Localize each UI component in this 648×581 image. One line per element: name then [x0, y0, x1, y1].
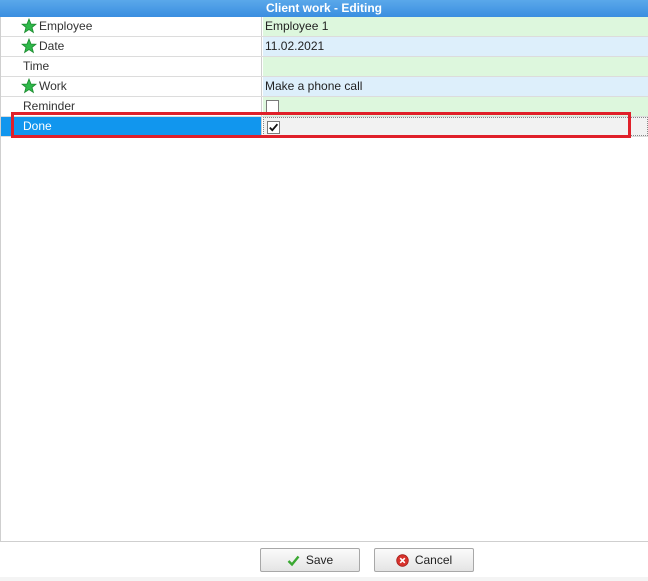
employee-value[interactable]: Employee 1	[263, 17, 648, 36]
cancel-icon	[396, 553, 409, 567]
save-button-label: Save	[305, 553, 334, 567]
checkmark-icon	[287, 555, 300, 566]
field-label-cell: Time	[0, 57, 262, 76]
date-value[interactable]: 11.02.2021	[263, 37, 648, 56]
done-checkbox[interactable]	[267, 121, 280, 134]
required-star-icon	[21, 18, 37, 34]
field-label: Employee	[39, 19, 93, 33]
work-value[interactable]: Make a phone call	[263, 77, 648, 96]
property-grid: Employee Employee 1 Date 11.02.2021 Time	[0, 17, 648, 137]
editing-window: Client work - Editing Employee Employee …	[0, 0, 648, 581]
field-row-work[interactable]: Work Make a phone call	[0, 77, 648, 97]
checkmark-icon	[269, 123, 279, 132]
field-label: Done	[23, 119, 52, 133]
save-button[interactable]: Save	[260, 548, 360, 572]
field-label-cell: Reminder	[0, 97, 262, 116]
window-title: Client work - Editing	[0, 0, 648, 17]
time-value[interactable]	[263, 57, 648, 76]
field-label-cell: Work	[0, 77, 262, 96]
cancel-button-label: Cancel	[414, 553, 453, 567]
field-label: Work	[39, 79, 67, 93]
field-label-cell: Date	[0, 37, 262, 56]
field-row-done[interactable]: Done	[0, 117, 648, 137]
reminder-checkbox[interactable]	[266, 100, 279, 113]
grid-left-border	[0, 17, 1, 541]
field-label: Date	[39, 39, 65, 53]
field-label: Time	[23, 59, 50, 73]
field-row-reminder[interactable]: Reminder	[0, 97, 648, 117]
field-label: Reminder	[23, 99, 76, 113]
done-value-cell	[263, 117, 648, 136]
field-label-cell: Done	[0, 117, 262, 136]
required-star-icon	[21, 38, 37, 54]
field-label-cell: Employee	[0, 17, 262, 36]
cancel-button[interactable]: Cancel	[374, 548, 474, 572]
required-star-icon	[21, 78, 37, 94]
bottom-strip	[0, 577, 648, 581]
field-row-time[interactable]: Time	[0, 57, 648, 77]
field-row-employee[interactable]: Employee Employee 1	[0, 17, 648, 37]
reminder-value-cell	[263, 97, 648, 116]
footer-divider	[0, 541, 648, 542]
field-row-date[interactable]: Date 11.02.2021	[0, 37, 648, 57]
